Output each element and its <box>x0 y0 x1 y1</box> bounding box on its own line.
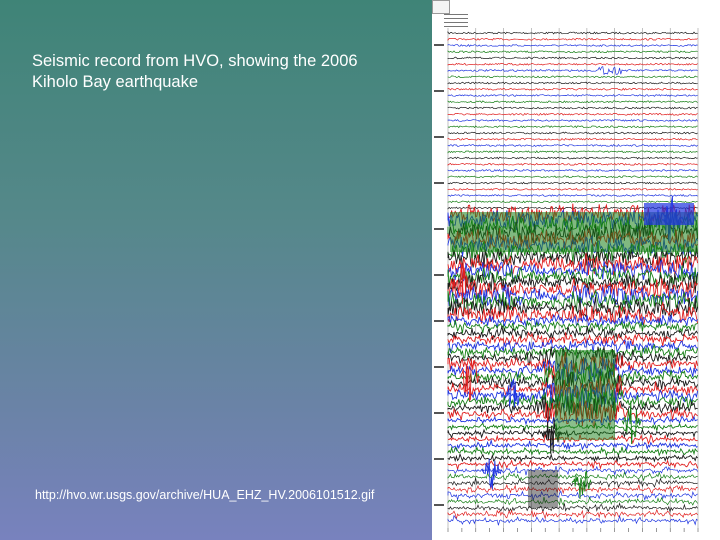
seismic-trace <box>447 75 698 79</box>
seismic-trace <box>447 131 698 135</box>
saturated-trace-block <box>644 203 694 225</box>
seismic-trace <box>447 194 698 197</box>
time-label-mark <box>434 412 444 414</box>
seismic-trace <box>447 125 698 129</box>
seismic-trace <box>447 62 698 66</box>
seismogram-header-box <box>432 0 450 14</box>
time-label-mark <box>434 320 444 322</box>
seismic-trace <box>447 30 698 35</box>
seismic-trace <box>447 187 698 191</box>
seismic-trace <box>447 106 698 110</box>
seismic-trace <box>447 66 698 75</box>
time-label-mark <box>434 274 444 276</box>
seismic-trace <box>447 162 698 166</box>
time-label-mark <box>434 136 444 138</box>
time-label-mark <box>434 90 444 92</box>
time-label-mark <box>434 44 444 46</box>
seismic-trace <box>447 508 698 520</box>
time-label-mark <box>434 366 444 368</box>
seismic-trace <box>447 100 698 104</box>
time-label-mark <box>434 458 444 460</box>
seismic-trace <box>447 169 698 172</box>
seismogram-plot <box>434 28 699 532</box>
seismic-burst <box>571 470 592 500</box>
seismic-trace <box>447 50 698 54</box>
seismic-trace <box>447 156 698 160</box>
seismogram-header-label <box>444 14 468 30</box>
seismic-trace <box>447 452 698 463</box>
seismic-trace <box>447 112 698 116</box>
seismic-trace <box>447 181 698 185</box>
seismic-trace <box>447 438 698 452</box>
seismic-trace <box>447 175 698 179</box>
seismic-trace <box>447 144 698 147</box>
seismic-trace <box>447 81 698 85</box>
seismic-trace <box>447 37 698 42</box>
saturated-trace-block <box>528 470 558 508</box>
seismic-trace <box>447 87 698 91</box>
seismic-trace <box>447 150 698 154</box>
seismic-trace <box>447 200 698 204</box>
seismic-trace <box>447 137 698 141</box>
time-label-mark <box>434 228 444 230</box>
seismic-trace <box>447 514 698 526</box>
source-url-text: http://hvo.wr.usgs.gov/archive/HUA_EHZ_H… <box>35 488 375 502</box>
seismic-trace <box>447 56 698 60</box>
saturated-trace-block <box>555 350 615 440</box>
seismogram-image <box>432 0 720 540</box>
slide-title: Seismic record from HVO, showing the 200… <box>32 52 358 91</box>
seismic-trace <box>447 483 698 495</box>
seismic-trace <box>447 477 698 489</box>
time-label-mark <box>434 504 444 506</box>
seismic-trace <box>447 496 698 506</box>
seismic-trace <box>447 501 698 514</box>
time-label-mark <box>434 182 444 184</box>
seismic-trace <box>447 94 698 97</box>
seismic-trace <box>447 119 698 122</box>
seismic-trace <box>447 44 698 47</box>
seismic-trace <box>447 445 698 457</box>
seismic-trace <box>447 490 698 502</box>
